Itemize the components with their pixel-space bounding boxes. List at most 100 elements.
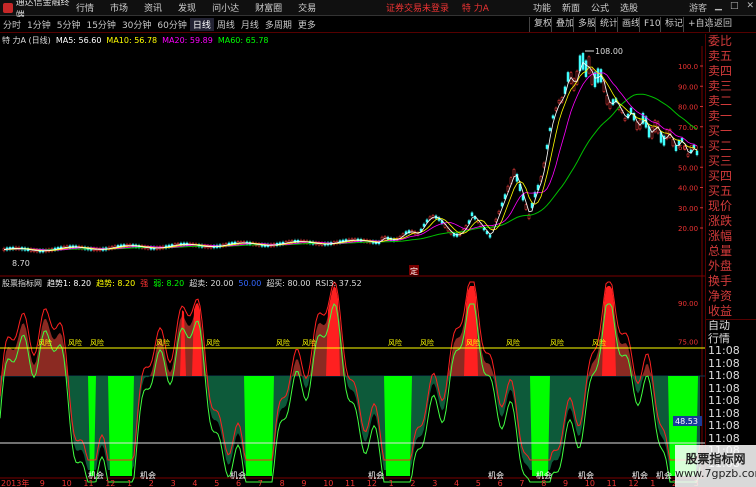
oversell-legend: 超卖: 20.00 xyxy=(189,278,234,288)
main-tick-label: 30.00 xyxy=(678,205,698,213)
x-axis-label: 12 xyxy=(105,479,115,487)
x-axis-label: 12 xyxy=(628,479,638,487)
quote-row: 卖五 xyxy=(708,49,733,63)
candle-body xyxy=(380,236,384,240)
risk-label: 风险 xyxy=(592,338,606,347)
x-axis-label: 6 xyxy=(498,479,503,487)
tick-row: 11:08 xyxy=(708,395,740,407)
marker-text: 定 xyxy=(410,266,418,276)
candle-body xyxy=(605,95,609,105)
x-axis-label: 7 xyxy=(258,479,263,487)
quote-row: 卖三 xyxy=(708,79,733,93)
chance-label: 机会 xyxy=(656,470,672,480)
x-axis-label: 10 xyxy=(62,479,72,487)
watermark-title: 股票指标网 xyxy=(685,452,746,466)
main-tick-label: 100.0 xyxy=(678,63,698,71)
x-axis-label: 8 xyxy=(541,479,546,487)
x-axis-label: 9 xyxy=(40,479,45,487)
candle-body xyxy=(512,169,516,177)
close-icon[interactable]: ✕ xyxy=(746,1,754,14)
x-axis-label: 1 xyxy=(389,479,394,487)
candle-body xyxy=(635,121,639,130)
x-axis-label: 11 xyxy=(607,479,617,487)
x-axis-label: 2 xyxy=(149,479,154,487)
low-label: 8.70 xyxy=(12,259,30,268)
main-legend: 特 力A (日线) MA5: 56.60 MA10: 56.78 MA20: 5… xyxy=(0,34,705,46)
risk-label: 风险 xyxy=(388,338,402,347)
risk-label: 风险 xyxy=(68,338,82,347)
risk-label: 风险 xyxy=(420,338,434,347)
candle-body xyxy=(683,146,687,150)
x-axis: 2013年 9 10 11 12 1 2 3 4 5 6 7 8 9 10 11 12 1 2 3 4 5 6 7 8 9 10 11… xyxy=(1,478,699,487)
chart-canvas[interactable]: 100.090.0080.0070.0060.0050.0040.0030.00… xyxy=(0,0,705,487)
quote-row: 卖一 xyxy=(708,109,733,123)
candle-body xyxy=(593,72,597,88)
ma5-legend: MA5: 56.60 xyxy=(55,35,102,45)
watermark-url: www.7gpzb.com xyxy=(675,467,756,480)
quote-row: 卖二 xyxy=(708,94,733,108)
quote-row: 买三 xyxy=(708,154,733,168)
candle-body xyxy=(581,53,585,70)
candle-body xyxy=(548,127,552,131)
risk-label: 风险 xyxy=(90,338,104,347)
tick-row: 11:08 xyxy=(708,382,740,395)
candle-body xyxy=(623,117,627,121)
stock-legend: 特 力A (日线) xyxy=(2,35,51,45)
quote-row: 收益 xyxy=(708,304,733,318)
risk-label: 风险 xyxy=(550,338,564,347)
risk-label: 风险 xyxy=(156,338,170,347)
x-axis-label: 3 xyxy=(432,479,437,487)
main-tick-label: 20.00 xyxy=(678,225,698,233)
watermark: 股票指标网 www.7gpzb.com xyxy=(675,445,756,487)
risk-label: 风险 xyxy=(466,338,480,347)
quote-row: 买二 xyxy=(708,139,733,153)
quote-row: 净资 xyxy=(708,289,733,303)
candle-body xyxy=(551,115,555,119)
quote-side-panel: 委比 卖五 卖四 卖三 卖二 卖一 买一 买二 买三 买四 买五 现价 涨跌 涨幅 总量 外盘 换手 净资 收益 自… xyxy=(705,34,756,478)
weak-legend: 弱: 8.20 xyxy=(153,278,185,288)
tool-back[interactable]: 返回 xyxy=(709,17,736,32)
tick-row: 行情 xyxy=(708,332,730,345)
candle-body xyxy=(557,100,561,104)
candle-body xyxy=(545,144,549,149)
risk-label: 风险 xyxy=(276,338,290,347)
x-axis-label: 9 xyxy=(563,479,568,487)
tick-row: 11:08 xyxy=(708,420,740,432)
ma60-legend: MA60: 65.78 xyxy=(217,35,269,45)
x-axis-label: 1 xyxy=(127,479,132,487)
x-axis-label: 8 xyxy=(280,479,285,487)
candle-body xyxy=(566,72,570,82)
candle-body xyxy=(692,144,696,149)
minimize-icon[interactable]: ▁ xyxy=(715,1,722,14)
candle-body xyxy=(674,145,678,151)
x-axis-label: 6 xyxy=(236,479,241,487)
x-axis-label: 10 xyxy=(323,479,333,487)
x-axis-label: 5 xyxy=(476,479,481,487)
indicator-legend: 股票指标网 趋势1: 8.20 趋势: 8.20 强 弱: 8.20 超卖: 2… xyxy=(0,277,705,289)
x-axis-label: 11 xyxy=(83,479,93,487)
strong-legend: 强 xyxy=(140,278,149,288)
mid-legend: 50.00 xyxy=(238,278,262,288)
x-axis-label: 11 xyxy=(345,479,355,487)
x-axis-label: 2 xyxy=(410,479,415,487)
x-axis-label: 3 xyxy=(171,479,176,487)
quote-row: 卖四 xyxy=(708,64,733,78)
main-tick-label: 40.00 xyxy=(678,185,698,193)
main-tick-label: 80.00 xyxy=(678,104,698,112)
indicator-tick-label: 90.00 xyxy=(678,300,698,308)
indicator-name[interactable]: 股票指标网 xyxy=(2,278,42,289)
quote-row: 买五 xyxy=(708,184,733,198)
risk-label: 风险 xyxy=(38,338,52,347)
candle-body xyxy=(488,234,492,238)
indicator-tick-label: 75.00 xyxy=(678,339,698,347)
x-axis-label: 12 xyxy=(367,479,377,487)
maximize-icon[interactable]: □ xyxy=(730,1,739,14)
main-tick-label: 50.00 xyxy=(678,164,698,172)
green-histogram xyxy=(0,376,700,470)
x-axis-label: 4 xyxy=(454,479,459,487)
quote-row: 买四 xyxy=(708,169,733,183)
ma10-legend: MA10: 56.78 xyxy=(106,35,158,45)
tick-row: 11:08 xyxy=(708,345,740,357)
x-axis-label: 1 xyxy=(650,479,655,487)
quote-rows: 委比 卖五 卖四 卖三 卖二 卖一 买一 买二 买三 买四 买五 现价 涨跌 涨幅 总量 外盘 换手 净资 收益 xyxy=(706,34,756,319)
